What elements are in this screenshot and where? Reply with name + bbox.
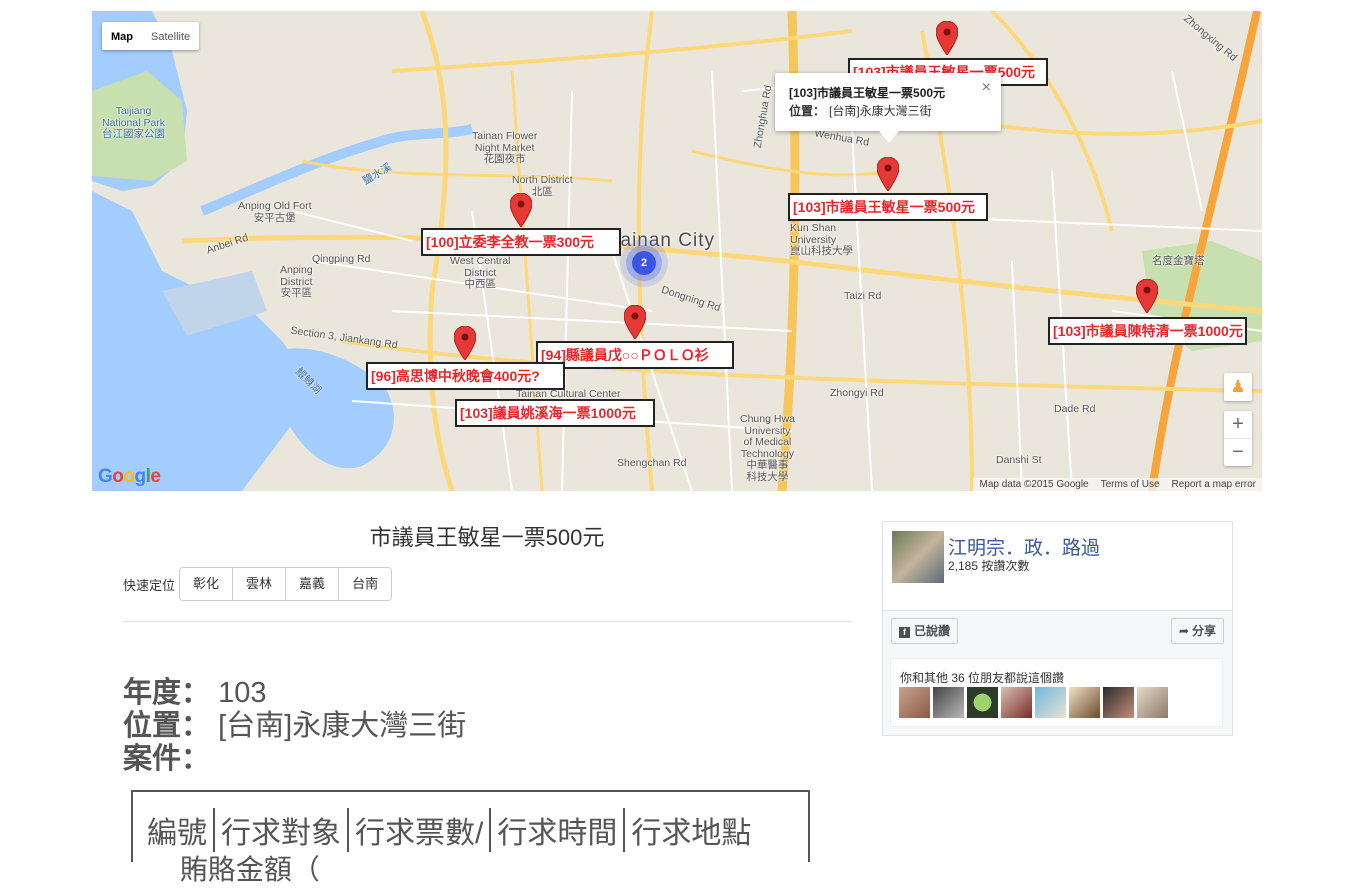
location-value: [台南]永康大灣三街 bbox=[218, 710, 467, 742]
map-pin-icon[interactable] bbox=[877, 157, 899, 191]
map-label-taijiang-park: Taijiang National Park 台江國家公園 bbox=[102, 105, 166, 141]
map-label-danshi-st: Danshi St bbox=[996, 454, 1042, 466]
avatar[interactable] bbox=[1069, 687, 1100, 718]
quick-locate-buttons: 彰化 雲林 嘉義 台南 bbox=[179, 567, 393, 601]
marker-cluster[interactable]: 2 bbox=[632, 251, 656, 275]
table-header: 行求地點 bbox=[631, 817, 752, 850]
case-table-row: 賄賂金額（ bbox=[179, 854, 320, 885]
map-pin-icon[interactable] bbox=[454, 326, 476, 360]
friends-like-box: 你和其他 36 位朋友都說這個讚 bbox=[891, 659, 1222, 726]
map[interactable]: Map Satellite Tainan City North District… bbox=[92, 11, 1262, 491]
avatar[interactable] bbox=[1137, 687, 1168, 718]
map-label-taizi-rd: Taizi Rd bbox=[844, 290, 882, 302]
year-value: 103 bbox=[218, 677, 267, 709]
table-header: 行求票數/ bbox=[349, 808, 492, 852]
divider bbox=[122, 621, 852, 622]
map-label-shengchan-rd: Shengchan Rd bbox=[617, 457, 687, 469]
map-label-qingping-rd: Qingping Rd bbox=[312, 253, 371, 265]
map-label-chung-hwa: Chung Hwa University of Medical Technolo… bbox=[740, 413, 795, 483]
map-label-flower-market: Tainan Flower Night Market 花園夜市 bbox=[472, 130, 538, 166]
map-label-anping-fort: Anping Old Fort 安平古堡 bbox=[238, 200, 312, 224]
map-label-dade-rd: Dade Rd bbox=[1054, 403, 1096, 415]
map-label-kun-shan: Kun Shan University 崑山科技大學 bbox=[790, 222, 853, 258]
friend-avatars bbox=[899, 687, 1171, 718]
map-data-credit: Map data ©2015 Google bbox=[979, 479, 1089, 490]
quick-locate: 快速定位 彰化 雲林 嘉義 台南 bbox=[123, 567, 393, 601]
facebook-page-widget: 江明宗．政．路過 2,185 按讚次數 f 已說讚 ➦ 分享 你和其他 36 位朋友… bbox=[882, 521, 1233, 736]
info-window-location: 位置： [台南]永康大灣三街 bbox=[789, 104, 932, 118]
case-table: 編號 行求對象 行求票數/ 行求時間 行求地點 賄賂金額（ bbox=[131, 790, 810, 885]
map-label-pagoda: 名度金寶塔 bbox=[1152, 255, 1205, 267]
share-button[interactable]: ➦ 分享 bbox=[1170, 618, 1224, 644]
page-like-count: 2,185 按讚次數 bbox=[948, 559, 1030, 573]
avatar[interactable] bbox=[1001, 687, 1032, 718]
marker-label[interactable]: [96]高思博中秋晚會400元? bbox=[366, 362, 565, 390]
avatar[interactable] bbox=[967, 687, 998, 718]
avatar[interactable] bbox=[1103, 687, 1134, 718]
map-label-anping: Anping District 安平區 bbox=[280, 264, 313, 300]
zoom-out-button[interactable]: − bbox=[1224, 438, 1252, 466]
quick-button-tainan[interactable]: 台南 bbox=[338, 568, 392, 600]
quick-button-yunlin[interactable]: 雲林 bbox=[232, 568, 286, 600]
marker-label[interactable]: [100]立委李全教一票300元 bbox=[421, 228, 621, 256]
info-window: [103]市議員王敏星一票500元 位置： [台南]永康大灣三街 × bbox=[775, 73, 1001, 143]
page-avatar[interactable] bbox=[892, 531, 944, 583]
avatar[interactable] bbox=[899, 687, 930, 718]
facebook-page-header: 江明宗．政．路過 2,185 按讚次數 bbox=[883, 522, 1232, 611]
avatar[interactable] bbox=[933, 687, 964, 718]
map-pin-icon[interactable] bbox=[510, 193, 532, 227]
friends-like-text: 你和其他 36 位朋友都說這個讚 bbox=[900, 671, 1065, 685]
google-logo[interactable]: Google bbox=[98, 466, 161, 488]
google-logo-letter: G bbox=[98, 466, 113, 487]
page-title: 市議員王敏星一票500元 bbox=[369, 525, 605, 550]
pegman-icon[interactable]: ♟ bbox=[1224, 373, 1252, 401]
case-field: 案件： bbox=[123, 743, 211, 775]
case-table-header: 編號 行求對象 行求票數/ 行求時間 行求地點 bbox=[141, 808, 757, 852]
google-logo-letter: o bbox=[123, 466, 135, 487]
table-header: 行求時間 bbox=[491, 808, 626, 852]
year-field: 年度： 103 bbox=[123, 677, 267, 709]
google-logo-letter: g bbox=[134, 466, 147, 487]
page-name-link[interactable]: 江明宗．政．路過 bbox=[948, 533, 1100, 560]
zoom-in-button[interactable]: + bbox=[1224, 411, 1252, 438]
report-map-error-link[interactable]: Report a map error bbox=[1172, 479, 1256, 490]
table-header: 編號 bbox=[141, 808, 215, 852]
quick-button-chiayi[interactable]: 嘉義 bbox=[285, 568, 339, 600]
table-header: 行求對象 bbox=[215, 808, 349, 852]
marker-label[interactable]: [103]議員姚溪海一票1000元 bbox=[455, 399, 655, 427]
map-type-satellite-button[interactable]: Satellite bbox=[142, 22, 199, 50]
marker-label[interactable]: [94]縣議員戊○○ＰＯＬＯ衫 bbox=[536, 341, 734, 369]
terms-of-use-link[interactable]: Terms of Use bbox=[1101, 479, 1160, 490]
map-pin-icon[interactable] bbox=[624, 305, 646, 339]
map-attribution: Map data ©2015 Google Terms of Use Report … bbox=[973, 478, 1262, 491]
google-logo-letter: o bbox=[112, 466, 124, 487]
quick-button-changhua[interactable]: 彰化 bbox=[180, 568, 233, 600]
map-label-west-central: West Central District 中西區 bbox=[450, 255, 511, 291]
facebook-icon: f bbox=[899, 627, 910, 638]
marker-label[interactable]: [103]市議員王敏星一票500元 bbox=[788, 193, 988, 221]
location-field: 位置： [台南]永康大灣三街 bbox=[123, 710, 467, 742]
zoom-control: + − bbox=[1224, 411, 1252, 466]
map-label-city: Tainan City bbox=[610, 230, 715, 251]
share-icon: ➦ bbox=[1178, 624, 1189, 638]
map-pin-icon[interactable] bbox=[1136, 279, 1158, 313]
info-window-title: [103]市議員王敏星一票500元 bbox=[789, 86, 946, 100]
quick-locate-label: 快速定位 bbox=[123, 577, 176, 593]
map-pin-icon[interactable] bbox=[936, 21, 958, 55]
close-icon[interactable]: × bbox=[982, 79, 991, 97]
marker-label[interactable]: [103]市議員陳特清一票1000元 bbox=[1048, 317, 1247, 345]
google-logo-letter: e bbox=[150, 466, 161, 487]
map-type-control: Map Satellite bbox=[102, 22, 200, 50]
avatar[interactable] bbox=[1035, 687, 1066, 718]
map-label-zhongyi-rd: Zhongyi Rd bbox=[830, 387, 884, 399]
map-type-map-button[interactable]: Map bbox=[102, 22, 142, 50]
liked-button[interactable]: f 已說讚 bbox=[891, 618, 959, 644]
